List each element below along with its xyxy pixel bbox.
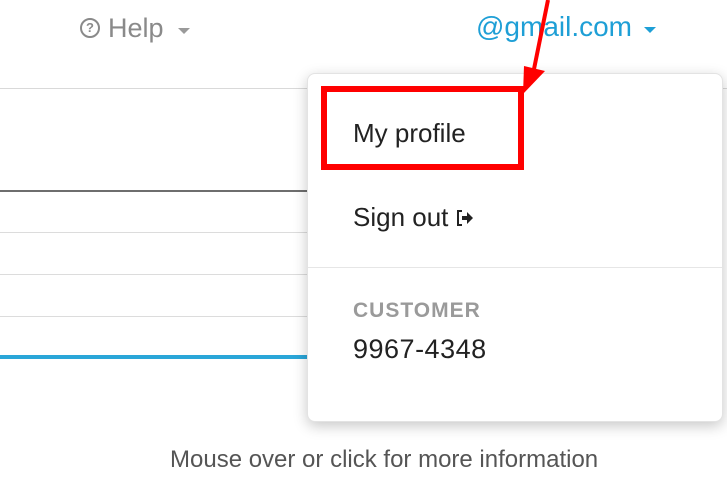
info-hint: Mouse over or click for more information — [170, 446, 599, 473]
annotation-arrow-icon — [523, 0, 550, 94]
